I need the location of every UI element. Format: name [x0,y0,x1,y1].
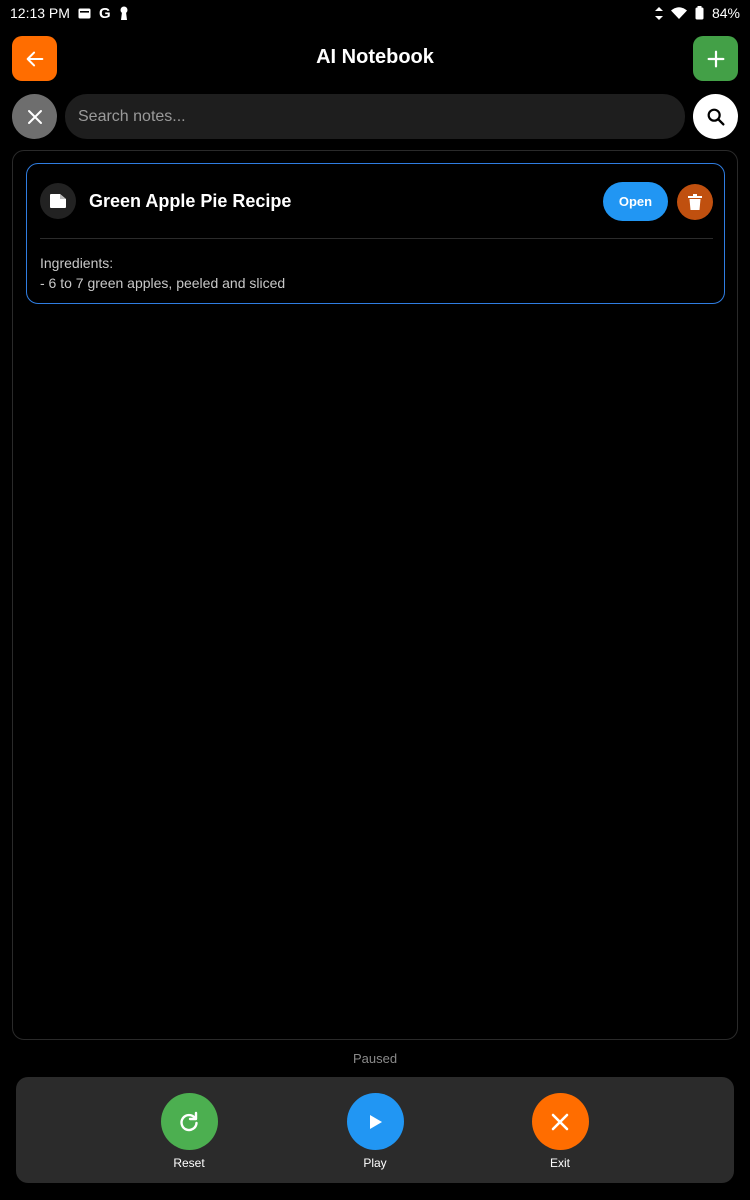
refresh-icon [180,1111,198,1131]
open-note-button[interactable]: Open [603,182,668,221]
plus-icon [707,50,724,67]
note-preview-line: - 6 to 7 green apples, peeled and sliced [40,275,286,291]
reset-button[interactable] [160,1093,218,1150]
search-input[interactable] [65,94,685,139]
exit-button[interactable] [531,1093,589,1150]
exit-label: Exit [549,1156,570,1170]
delete-note-button[interactable] [677,184,713,220]
control-bar: Reset Play Exit [16,1077,734,1183]
search-row [12,94,738,139]
note-divider [40,238,713,239]
google-icon: G [98,4,111,22]
search-icon [707,108,725,126]
battery-level: 84% [711,5,740,21]
note-title: Green Apple Pie Recipe [89,191,292,211]
status-bar: 12:13 PM G 84% [0,0,750,26]
playback-status: Paused [352,1051,398,1066]
trash-icon [688,194,702,210]
exit-control[interactable]: Exit [520,1093,600,1173]
note-preview-line: Ingredients: [40,255,114,271]
close-icon [27,109,42,124]
notes-panel: Green Apple Pie Recipe Open Ingredients:… [12,150,738,1040]
status-time: 12:13 PM [10,5,70,21]
add-note-button[interactable] [693,36,738,81]
page-title: AI Notebook [316,46,434,68]
data-arrows-icon [654,6,663,20]
card-icon [78,8,91,19]
note-icon [40,183,76,219]
play-label: Play [363,1156,387,1170]
battery-icon [695,6,704,20]
note-preview: Ingredients: - 6 to 7 green apples, peel… [40,253,285,293]
play-control[interactable]: Play [335,1093,415,1173]
app-header: AI Notebook [0,36,750,82]
keyhole-icon [119,6,129,20]
clear-search-button[interactable] [12,94,57,139]
note-card[interactable]: Green Apple Pie Recipe Open Ingredients:… [26,163,725,304]
status-left: 12:13 PM G [10,5,129,22]
play-icon [370,1114,382,1129]
reset-control[interactable]: Reset [149,1093,229,1173]
close-icon [551,1113,569,1130]
play-button[interactable] [346,1093,404,1150]
wifi-icon [670,7,687,19]
reset-label: Reset [173,1156,205,1170]
status-right: 84% [654,5,740,21]
search-button[interactable] [693,94,738,139]
